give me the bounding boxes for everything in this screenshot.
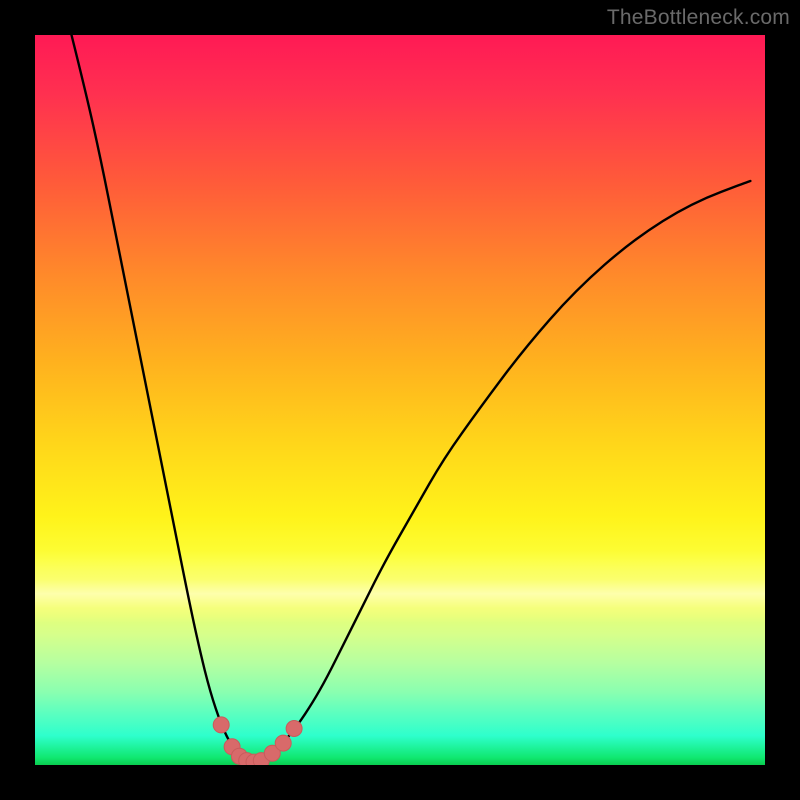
chart-frame: TheBottleneck.com	[0, 0, 800, 800]
curve-layer	[35, 35, 765, 765]
plot-area	[35, 35, 765, 765]
watermark-text: TheBottleneck.com	[607, 6, 790, 30]
bottleneck-curve	[72, 35, 751, 762]
curve-markers	[213, 717, 302, 765]
curve-dot	[286, 721, 302, 737]
curve-dot	[213, 717, 229, 733]
curve-dot	[275, 735, 291, 751]
